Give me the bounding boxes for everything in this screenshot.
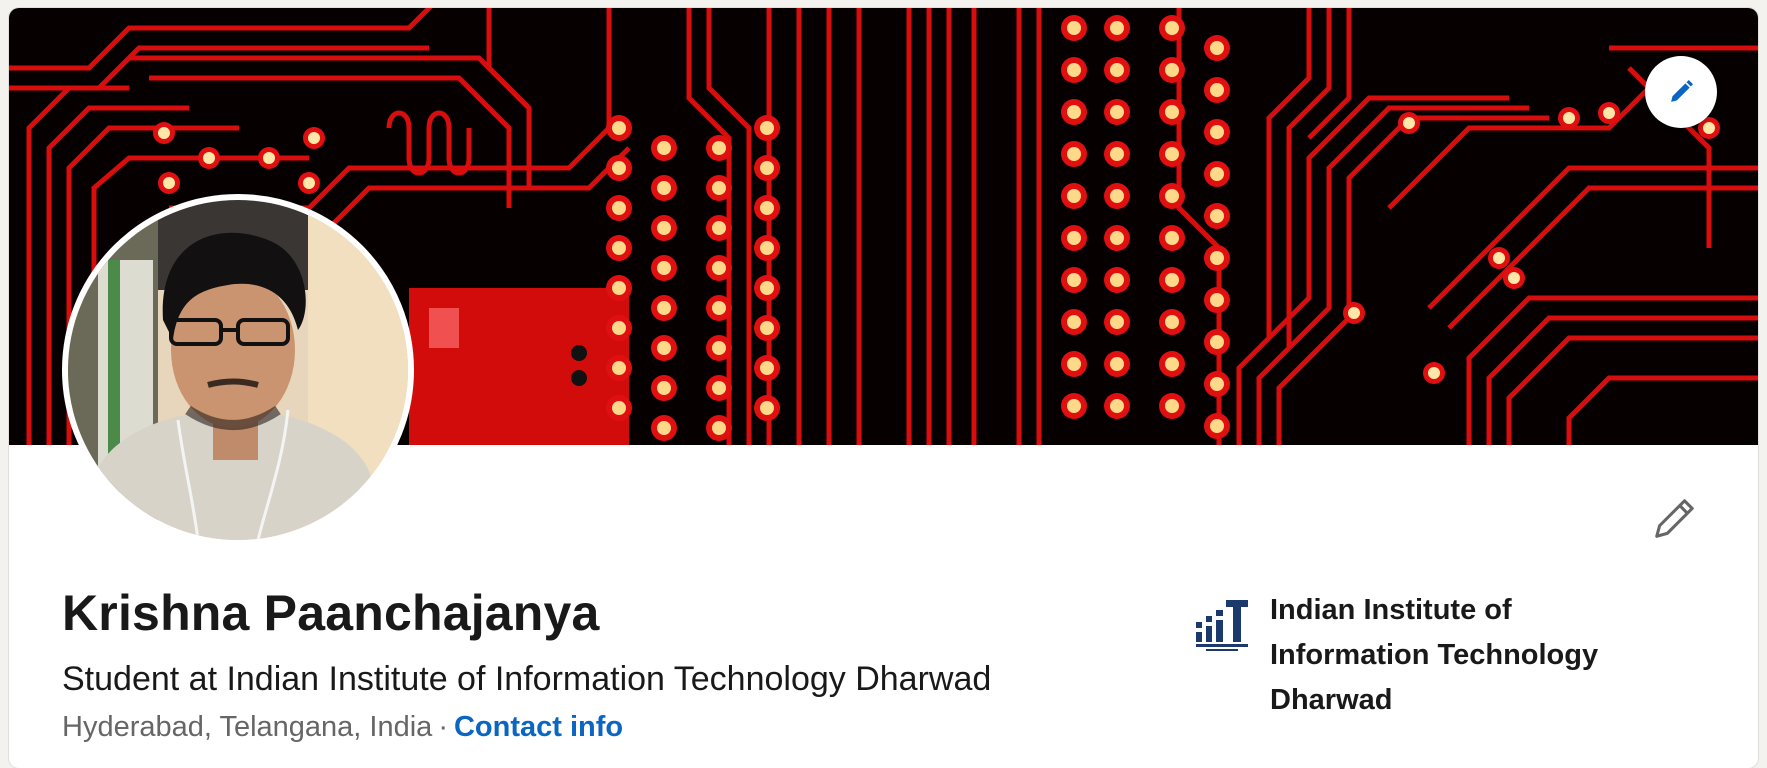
profile-name: Krishna Paanchajanya xyxy=(62,585,600,641)
education-school-name: Indian Institute of Information Technolo… xyxy=(1270,594,1599,716)
pencil-icon xyxy=(1671,79,1694,102)
contact-info-link[interactable]: Contact info xyxy=(454,711,623,743)
iiit-dharwad-logo xyxy=(1196,600,1248,651)
edit-banner-button[interactable] xyxy=(1645,56,1717,128)
profile-photo[interactable] xyxy=(62,194,414,546)
edit-intro-button[interactable] xyxy=(1646,491,1702,547)
avatar xyxy=(68,200,408,540)
pencil-icon xyxy=(1655,499,1694,538)
education-entry[interactable]: Indian Institute of Information Technolo… xyxy=(1194,588,1630,723)
profile-card: Krishna Paanchajanya Student at Indian I… xyxy=(9,8,1758,768)
profile-location: Hyderabad, Telangana, India xyxy=(62,711,433,743)
separator: · xyxy=(438,711,448,743)
profile-headline: Student at Indian Institute of Informati… xyxy=(62,660,992,698)
location-line: Hyderabad, Telangana, India · Contact info xyxy=(62,711,623,744)
